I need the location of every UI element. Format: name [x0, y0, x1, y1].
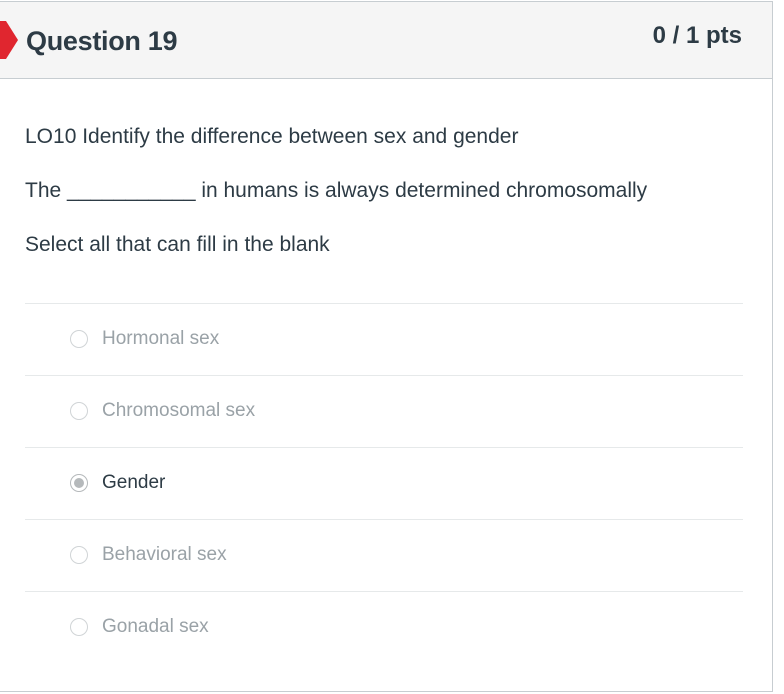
- flag-icon[interactable]: [0, 21, 18, 59]
- answer-option-selected[interactable]: Gender: [25, 447, 743, 519]
- answer-option[interactable]: Chromosomal sex: [25, 375, 743, 447]
- answer-option[interactable]: Hormonal sex: [25, 303, 743, 375]
- radio-button[interactable]: [70, 546, 88, 564]
- answer-option[interactable]: Behavioral sex: [25, 519, 743, 591]
- question-points: 0 / 1 pts: [652, 22, 742, 49]
- answer-label: Hormonal sex: [102, 328, 220, 349]
- question-header: Question 19 0 / 1 pts: [0, 2, 772, 79]
- radio-button[interactable]: [70, 402, 88, 420]
- answer-label: Chromosomal sex: [102, 400, 256, 421]
- answer-label: Gender: [102, 472, 166, 493]
- radio-button[interactable]: [70, 618, 88, 636]
- answer-label: Behavioral sex: [102, 544, 227, 565]
- question-card: Question 19 0 / 1 pts LO10 Identify the …: [0, 1, 773, 692]
- answer-label: Gonadal sex: [102, 616, 209, 637]
- answer-option[interactable]: Gonadal sex: [25, 591, 743, 663]
- question-prompt-text: The ___________ in humans is always dete…: [25, 179, 648, 202]
- learning-objective-text: LO10 Identify the difference between sex…: [25, 125, 519, 148]
- instruction-text: Select all that can fill in the blank: [25, 233, 330, 256]
- radio-button[interactable]: [70, 330, 88, 348]
- question-title: Question 19: [26, 26, 178, 56]
- radio-button-selected[interactable]: [70, 474, 88, 492]
- answer-list: Hormonal sex Chromosomal sex Gender Beha…: [25, 303, 743, 663]
